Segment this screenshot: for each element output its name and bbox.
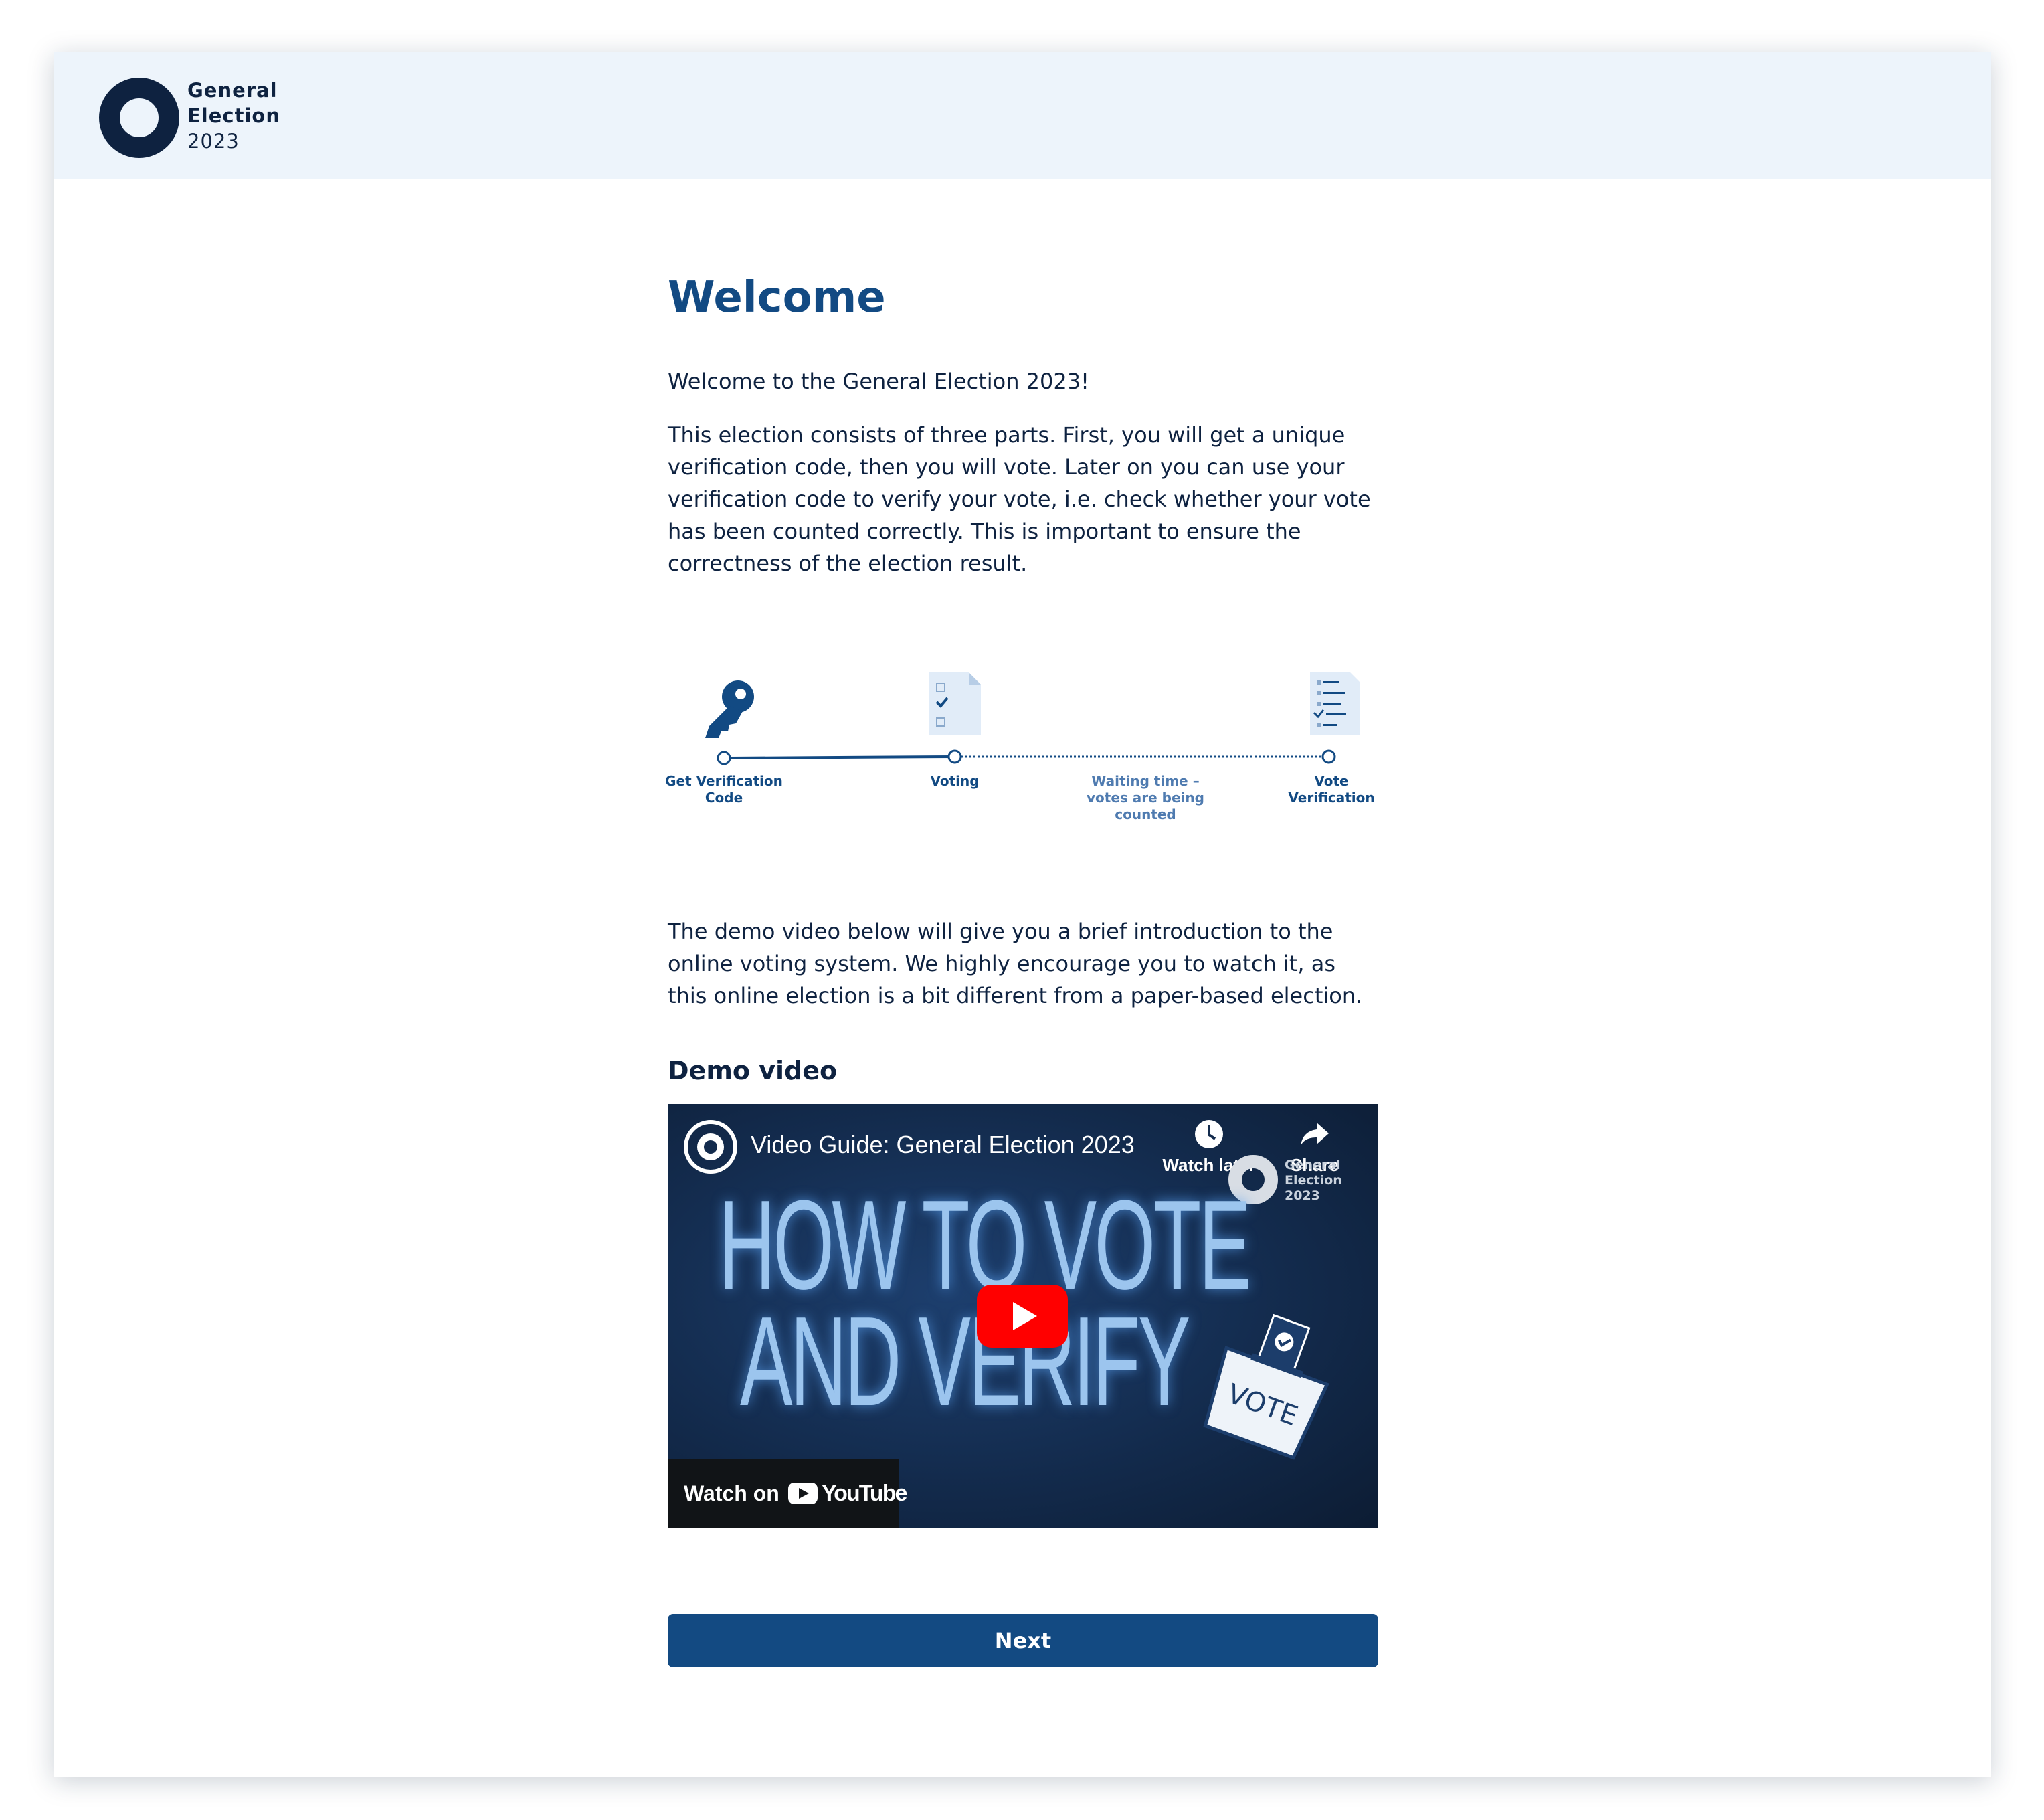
timeline-label-verification-code: Get Verification Code	[637, 773, 811, 806]
video-brand-text: General Election 2023	[1285, 1158, 1342, 1204]
timeline-node-2	[947, 749, 962, 764]
timeline-label-line: Waiting time –	[1091, 773, 1200, 789]
play-button[interactable]	[977, 1285, 1068, 1348]
video-title[interactable]: Video Guide: General Election 2023	[751, 1131, 1135, 1159]
demo-video-heading: Demo video	[668, 1056, 838, 1085]
video-headline-line-2: AND VERIFY	[740, 1291, 1190, 1433]
timeline-label-line: Code	[705, 790, 743, 806]
election-timeline: Get Verification Code Voting Waiting tim…	[665, 671, 1378, 872]
verification-list-icon	[1310, 672, 1360, 735]
timeline-label-voting: Voting	[868, 773, 1042, 790]
timeline-solid-line	[729, 755, 955, 759]
timeline-label-line: Vote	[1314, 773, 1349, 789]
brand-line: Election	[1285, 1173, 1342, 1188]
channel-avatar-icon[interactable]	[684, 1120, 737, 1174]
clock-icon	[1159, 1119, 1259, 1155]
page-title: Welcome	[668, 273, 886, 323]
timeline-node-3	[1321, 749, 1336, 764]
timeline-label-line: Get Verification	[665, 773, 783, 789]
next-button[interactable]: Next	[668, 1614, 1378, 1667]
main-card: General Election 2023 Welcome Welcome to…	[54, 52, 1991, 1777]
demo-video-player[interactable]: Video Guide: General Election 2023 Watch…	[668, 1104, 1378, 1528]
watch-on-label: Watch on	[684, 1481, 779, 1506]
logo-line-1: General	[187, 79, 278, 102]
app-header: General Election 2023	[54, 52, 1991, 179]
watch-on-youtube-button[interactable]: Watch on YouTube	[668, 1459, 907, 1528]
youtube-play-icon	[788, 1483, 818, 1504]
demo-intro-text: The demo video below will give you a bri…	[668, 919, 1363, 1008]
timeline-node-1	[717, 751, 731, 765]
brand-line: General	[1285, 1158, 1341, 1172]
timeline-label-line: votes are being counted	[1087, 790, 1204, 822]
election-logo-icon	[99, 78, 179, 158]
share-arrow-icon	[1265, 1119, 1365, 1155]
logo-line-3: 2023	[187, 130, 240, 153]
youtube-wordmark: YouTube	[822, 1481, 907, 1506]
timeline-label-waiting: Waiting time – votes are being counted	[1058, 773, 1232, 823]
logo-text: General Election 2023	[187, 78, 280, 154]
description-text: This election consists of three parts. F…	[668, 422, 1371, 576]
timeline-label-line: Voting	[930, 773, 980, 789]
ballot-box-icon: VOTE	[1203, 1313, 1329, 1460]
logo-line-2: Election	[187, 104, 280, 127]
timeline-label-line: Verification	[1288, 790, 1375, 806]
ballot-paper-icon	[929, 672, 981, 735]
brand-line: 2023	[1285, 1188, 1320, 1203]
key-icon	[705, 680, 754, 738]
intro-text: Welcome to the General Election 2023!	[668, 369, 1089, 394]
timeline-label-vote-verification: Vote Verification	[1244, 773, 1418, 806]
